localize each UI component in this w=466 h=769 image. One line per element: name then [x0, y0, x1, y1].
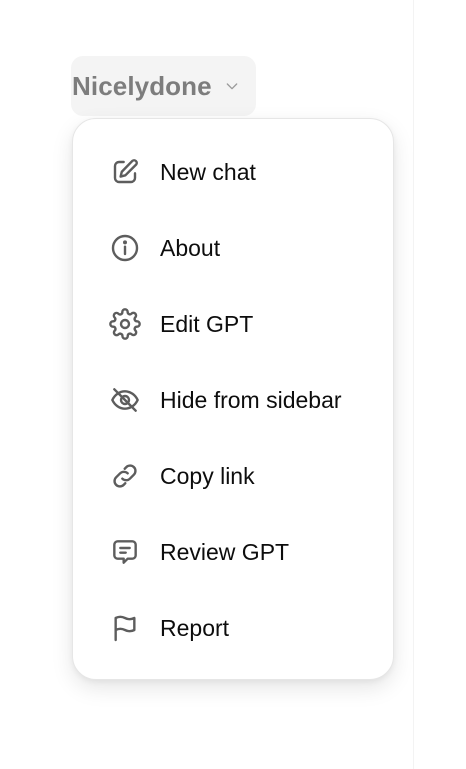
menu-item-about[interactable]: About: [73, 210, 393, 286]
model-switcher-button[interactable]: Nicelydone: [71, 56, 256, 116]
flag-icon: [109, 612, 141, 644]
link-icon: [109, 460, 141, 492]
menu-item-hide-from-sidebar[interactable]: Hide from sidebar: [73, 362, 393, 438]
menu-item-label: Edit GPT: [160, 310, 254, 337]
menu-item-label: New chat: [160, 158, 256, 185]
menu-item-report[interactable]: Report: [73, 590, 393, 666]
menu-item-label: About: [160, 234, 221, 261]
gpt-options-menu: New chat About Edit GPT Hide from sideba…: [72, 118, 394, 680]
eye-off-icon: [109, 384, 141, 416]
menu-item-new-chat[interactable]: New chat: [73, 134, 393, 210]
menu-item-label: Report: [160, 614, 230, 641]
menu-item-copy-link[interactable]: Copy link: [73, 438, 393, 514]
chevron-down-icon: [226, 83, 238, 90]
info-icon: [109, 232, 141, 264]
edit-icon: [109, 156, 141, 188]
menu-item-label: Review GPT: [160, 538, 290, 565]
message-square-icon: [109, 536, 141, 568]
menu-item-edit-gpt[interactable]: Edit GPT: [73, 286, 393, 362]
menu-item-label: Copy link: [160, 462, 255, 489]
model-name: Nicelydone: [72, 71, 212, 101]
menu-item-review-gpt[interactable]: Review GPT: [73, 514, 393, 590]
menu-item-label: Hide from sidebar: [160, 386, 342, 413]
gear-icon: [109, 308, 141, 340]
panel-divider: [413, 0, 414, 769]
